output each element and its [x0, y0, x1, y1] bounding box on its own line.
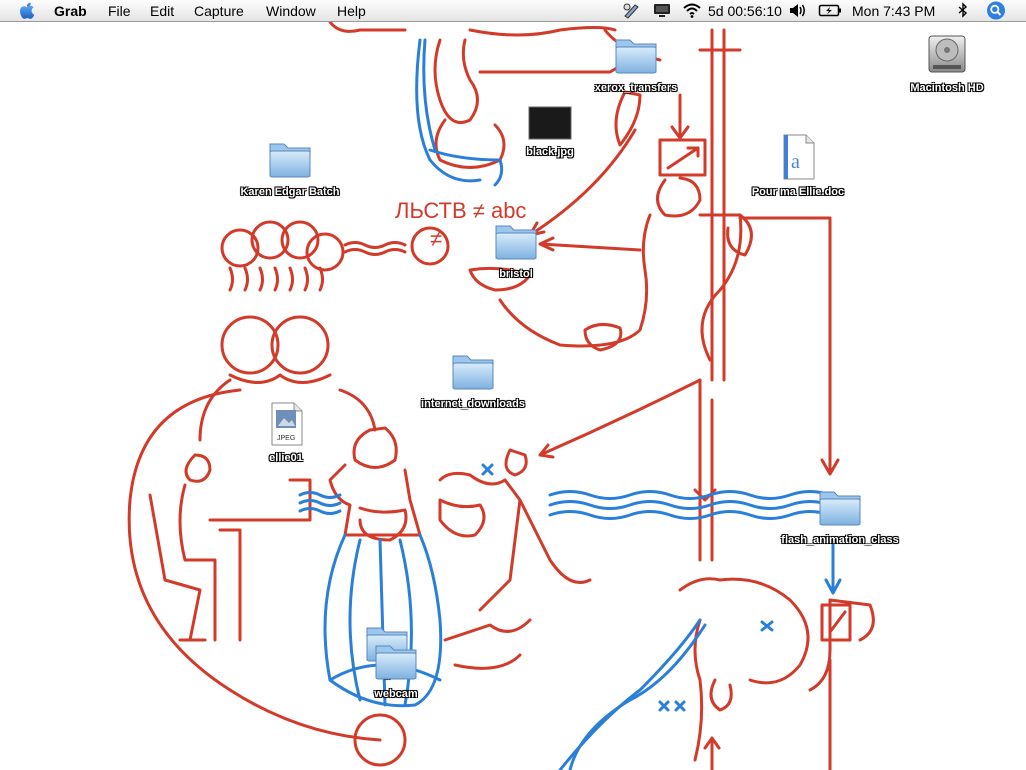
desktop-icon-ellie01[interactable]: JPEG ellie01: [211, 400, 361, 466]
desktop-icon-flash-animation-class[interactable]: flash_animation_class: [765, 484, 915, 548]
desktop-icon-karen-edgar-batch[interactable]: Karen Edgar Batch: [215, 136, 365, 200]
folder-icon: [269, 143, 311, 178]
desktop-icon-pour-ma-ellie-doc[interactable]: a Pour ma Ellie.doc: [723, 132, 873, 200]
svg-text:a: a: [791, 151, 800, 173]
icon-label: black.jpg: [526, 146, 574, 158]
desktop-icon-webcam[interactable]: webcam: [321, 638, 471, 702]
desktop-icon-xerox-transfers[interactable]: xerox_transfers: [561, 32, 711, 96]
desktop-icon-black-jpg[interactable]: black.jpg: [475, 104, 625, 160]
jpeg-file-icon: JPEG: [271, 402, 303, 446]
wifi-icon[interactable]: [682, 2, 702, 24]
desktop-icon-macintosh-hd[interactable]: Macintosh HD: [872, 32, 1022, 96]
battery-icon[interactable]: [818, 2, 842, 24]
icon-label: webcam: [374, 688, 418, 700]
hard-disk-icon: [928, 35, 966, 73]
icon-label: Macintosh HD: [910, 82, 984, 94]
spotlight-icon[interactable]: [986, 1, 1006, 25]
battery-time: 5d 00:56:10: [708, 3, 782, 19]
menu-window[interactable]: Window: [266, 3, 316, 19]
icon-label: ellie01: [269, 452, 303, 464]
folder-icon: [615, 39, 657, 74]
apple-menu-icon[interactable]: [19, 1, 36, 25]
folder-icon: [819, 491, 861, 526]
image-thumbnail-icon: [528, 106, 572, 140]
display-icon[interactable]: [652, 2, 672, 24]
volume-icon[interactable]: [788, 2, 808, 24]
icon-label: Karen Edgar Batch: [240, 186, 340, 198]
desktop-icon-bristol[interactable]: bristol: [441, 218, 591, 282]
icon-label: xerox_transfers: [594, 82, 678, 94]
folder-icon: [452, 355, 494, 390]
menu-clock[interactable]: Mon 7:43 PM: [852, 3, 935, 19]
app-menu-grab[interactable]: Grab: [54, 3, 87, 19]
menu-help[interactable]: Help: [337, 3, 366, 19]
desktop-icon-internet-downloads[interactable]: internet_downloads: [398, 348, 548, 412]
icon-label: Pour ma Ellie.doc: [751, 186, 845, 198]
folder-icon: [375, 645, 417, 680]
icon-label: internet_downloads: [421, 398, 525, 410]
svg-text:JPEG: JPEG: [277, 435, 295, 442]
script-icon[interactable]: [622, 2, 640, 24]
icon-label: bristol: [499, 268, 533, 280]
icon-label: flash_animation_class: [781, 534, 899, 546]
bluetooth-icon[interactable]: [956, 2, 970, 24]
menu-bar: Grab File Edit Capture Window Help 5d 00…: [0, 0, 1026, 22]
folder-icon: [495, 225, 537, 260]
menu-capture[interactable]: Capture: [194, 3, 244, 19]
document-icon: a: [783, 134, 815, 180]
menu-file[interactable]: File: [108, 3, 131, 19]
menu-edit[interactable]: Edit: [150, 3, 174, 19]
